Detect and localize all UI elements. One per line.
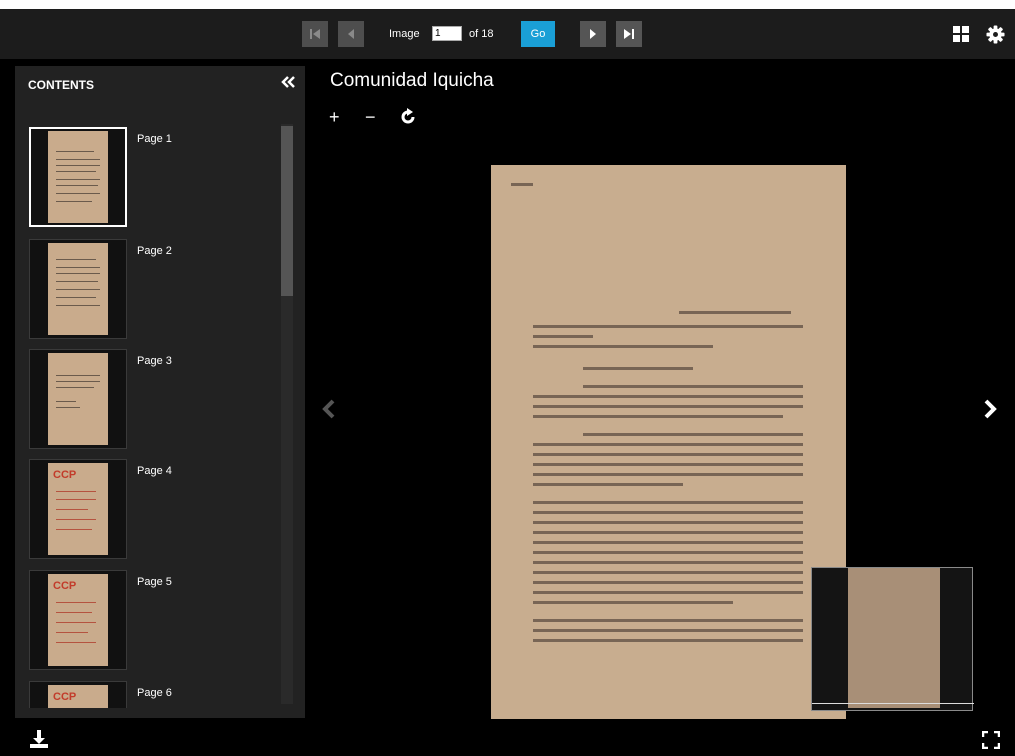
viewer-toolbar: Image of 18 Go <box>0 9 1015 59</box>
first-page-icon <box>310 29 320 39</box>
previous-page-icon <box>348 29 354 39</box>
thumbnail-frame <box>29 349 127 449</box>
gallery-grid-icon[interactable] <box>952 25 970 43</box>
thumbnail-label: Page 3 <box>137 355 172 367</box>
page-thumbnail-image: CCP <box>48 685 108 708</box>
previous-image-arrow-icon[interactable] <box>321 398 337 420</box>
next-image-arrow-icon[interactable] <box>982 398 998 420</box>
navigator-minimap[interactable] <box>811 567 974 711</box>
thumbnail-label: Page 6 <box>137 687 172 699</box>
thumbnail-frame <box>29 127 127 227</box>
thumbnail-label: Page 5 <box>137 576 172 588</box>
first-page-button[interactable] <box>302 21 328 47</box>
page-thumbnail-image <box>48 353 108 445</box>
ccp-logo: CCP <box>53 469 77 481</box>
ccp-logo: CCP <box>53 580 77 592</box>
thumbnail-label: Page 4 <box>137 465 172 477</box>
zoom-in-button[interactable]: + <box>329 107 340 127</box>
thumbnail-frame: CCP <box>29 681 127 708</box>
settings-gear-icon[interactable] <box>986 25 1005 44</box>
scrollbar-thumb[interactable] <box>281 126 293 296</box>
thumbnail-frame: CCP <box>29 459 127 559</box>
download-icon[interactable] <box>29 729 49 749</box>
go-button[interactable]: Go <box>521 21 555 47</box>
last-page-button[interactable] <box>616 21 642 47</box>
thumbnail-page-5[interactable]: CCP Page 5 <box>29 570 269 672</box>
next-page-icon <box>590 29 596 39</box>
thumbnail-page-6[interactable]: CCP Page 6 <box>29 681 269 708</box>
page-thumbnail-image <box>48 131 108 223</box>
thumbnail-label: Page 1 <box>137 133 172 145</box>
thumbnail-page-4[interactable]: CCP Page 4 <box>29 459 269 561</box>
thumbnail-page-3[interactable]: Page 3 <box>29 349 269 451</box>
minimap-viewport[interactable] <box>812 703 974 704</box>
document-title: Comunidad Iquicha <box>330 70 494 91</box>
minimap-page-image <box>848 568 940 708</box>
thumbnail-page-2[interactable]: Page 2 <box>29 239 269 341</box>
top-strip <box>0 0 1015 9</box>
next-page-button[interactable] <box>580 21 606 47</box>
image-label: Image <box>389 28 420 40</box>
page-thumbnail-image: CCP <box>48 463 108 555</box>
thumbnail-label: Page 2 <box>137 245 172 257</box>
last-page-icon <box>624 29 634 39</box>
fullscreen-icon[interactable] <box>982 731 1000 749</box>
thumbnail-list[interactable]: Page 1 Page 2 Page 3 CCP Page 4 CCP Page… <box>15 124 305 708</box>
thumbnail-scrollbar[interactable] <box>281 124 293 704</box>
document-page-image[interactable] <box>491 165 846 719</box>
total-images-label: of 18 <box>469 28 494 40</box>
thumbnail-page-1[interactable]: Page 1 <box>29 127 269 229</box>
page-thumbnail-image: CCP <box>48 574 108 666</box>
sidebar-title: CONTENTS <box>28 78 94 92</box>
ccp-logo: CCP <box>53 691 77 703</box>
previous-page-button[interactable] <box>338 21 364 47</box>
zoom-out-button[interactable]: − <box>365 107 376 127</box>
image-number-input[interactable] <box>432 26 462 41</box>
contents-sidebar: CONTENTS Page 1 Page 2 Page 3 CCP Page 4… <box>15 66 305 718</box>
page-thumbnail-image <box>48 243 108 335</box>
collapse-sidebar-icon[interactable] <box>280 75 296 89</box>
rotate-icon[interactable] <box>399 108 417 126</box>
thumbnail-frame: CCP <box>29 570 127 670</box>
thumbnail-frame <box>29 239 127 339</box>
